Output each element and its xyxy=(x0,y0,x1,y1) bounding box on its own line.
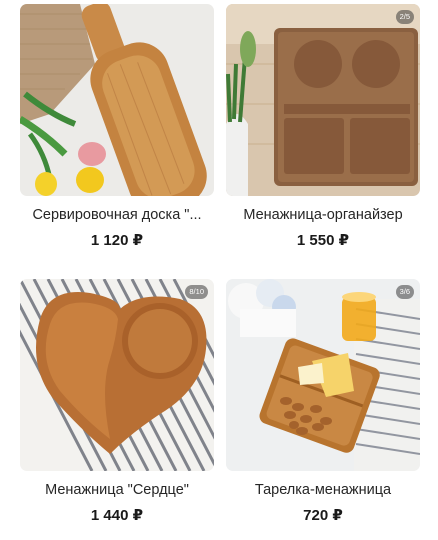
listing-photo[interactable]: 2/5 xyxy=(226,4,420,196)
listing-title[interactable]: Тарелка-менажница xyxy=(226,481,420,499)
listing-price: 1 550 ₽ xyxy=(296,232,350,249)
snack-plate-image xyxy=(226,279,420,471)
listing-card[interactable]: 8/10 Менажница "Сердце" 1 440 ₽ xyxy=(20,279,214,525)
listing-price: 1 440 ₽ xyxy=(90,507,144,524)
listing-title[interactable]: Менажница-органайзер xyxy=(226,206,420,224)
listing-photo[interactable] xyxy=(20,4,214,196)
listing-card[interactable]: 3/6 Тарелка-менажница 720 ₽ xyxy=(226,279,420,525)
organizer-tray-image xyxy=(226,4,420,196)
serving-board-image xyxy=(20,4,214,196)
listing-grid: Сервировочная доска "... 1 120 ₽ 2/5 Мен… xyxy=(0,0,438,540)
listing-photo[interactable]: 3/6 xyxy=(226,279,420,471)
heart-tray-image xyxy=(20,279,214,471)
avito-logo-icon xyxy=(348,507,370,530)
listing-photo[interactable]: 8/10 xyxy=(20,279,214,471)
listing-title[interactable]: Менажница "Сердце" xyxy=(20,481,214,499)
listing-card[interactable]: 2/5 Менажница-органайзер 1 550 ₽ xyxy=(226,4,420,250)
listing-price: 1 120 ₽ xyxy=(90,232,144,249)
avito-watermark: Avito xyxy=(348,507,426,530)
photo-counter-badge: 2/5 xyxy=(395,10,414,24)
photo-counter-badge: 8/10 xyxy=(185,285,208,299)
avito-watermark-text: Avito xyxy=(374,507,426,529)
listing-card[interactable]: Сервировочная доска "... 1 120 ₽ xyxy=(20,4,214,250)
listing-title[interactable]: Сервировочная доска "... xyxy=(20,206,214,224)
photo-counter-badge: 3/6 xyxy=(395,285,414,299)
